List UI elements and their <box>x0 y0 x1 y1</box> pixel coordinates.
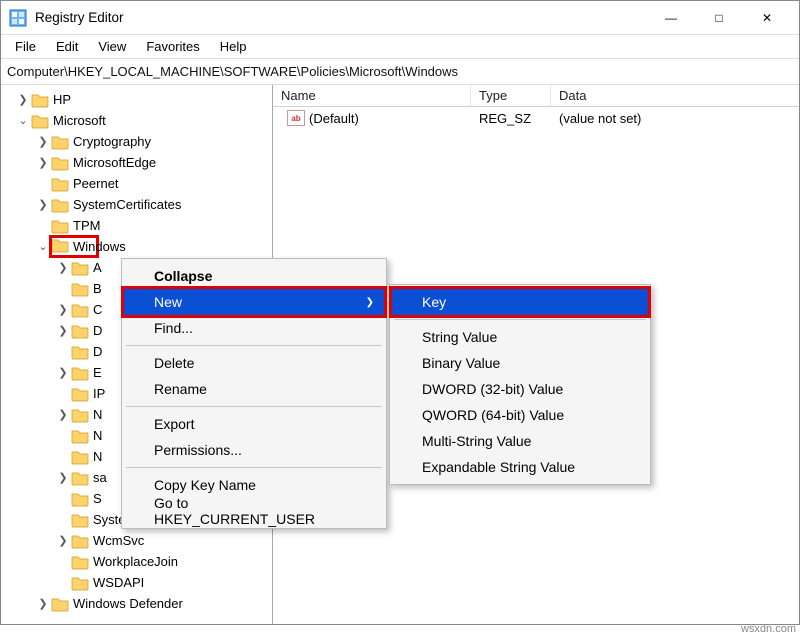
ctx-goto-hkcu[interactable]: Go to HKEY_CURRENT_USER <box>124 498 384 524</box>
menu-view[interactable]: View <box>90 37 134 56</box>
folder-icon <box>71 386 89 402</box>
folder-icon <box>71 428 89 444</box>
folder-icon <box>71 449 89 465</box>
ctx-find[interactable]: Find... <box>124 315 384 341</box>
ctx-new-binary[interactable]: Binary Value <box>392 350 648 376</box>
caret-right-icon[interactable]: ❯ <box>55 366 71 379</box>
caret-right-icon[interactable]: ❯ <box>35 156 51 169</box>
folder-icon <box>71 344 89 360</box>
ctx-new-expandable[interactable]: Expandable String Value <box>392 454 648 480</box>
context-submenu-new: Key String Value Binary Value DWORD (32-… <box>389 284 651 485</box>
caret-right-icon[interactable]: ❯ <box>55 324 71 337</box>
tree-item-hp[interactable]: ❯ HP <box>1 89 272 110</box>
tree-item-cryptography[interactable]: ❯Cryptography <box>1 131 272 152</box>
chevron-right-icon: ❯ <box>366 297 374 308</box>
folder-icon <box>71 302 89 318</box>
folder-icon <box>71 260 89 276</box>
address-bar[interactable]: Computer\HKEY_LOCAL_MACHINE\SOFTWARE\Pol… <box>1 59 799 85</box>
separator <box>394 319 646 320</box>
folder-icon <box>51 197 69 213</box>
tree-item-wcmsvc[interactable]: ❯WcmSvc <box>1 530 272 551</box>
folder-icon <box>31 113 49 129</box>
column-name[interactable]: Name <box>273 85 471 106</box>
folder-icon <box>71 323 89 339</box>
ctx-new[interactable]: New❯ <box>124 289 384 315</box>
separator <box>126 467 382 468</box>
string-value-icon: ab <box>287 110 305 126</box>
tree-item-microsoftedge[interactable]: ❯MicrosoftEdge <box>1 152 272 173</box>
menu-favorites[interactable]: Favorites <box>138 37 207 56</box>
folder-icon <box>71 470 89 486</box>
app-icon <box>9 9 27 27</box>
caret-right-icon[interactable]: ❯ <box>55 408 71 421</box>
window-title: Registry Editor <box>35 10 647 25</box>
folder-icon <box>51 596 69 612</box>
separator <box>126 345 382 346</box>
folder-icon <box>71 512 89 528</box>
folder-icon <box>51 176 69 192</box>
tree-item-microsoft[interactable]: ⌄ Microsoft <box>1 110 272 131</box>
folder-icon <box>71 365 89 381</box>
caret-right-icon[interactable]: ❯ <box>35 597 51 610</box>
folder-icon <box>51 218 69 234</box>
folder-icon <box>51 155 69 171</box>
folder-icon <box>31 92 49 108</box>
folder-icon <box>71 554 89 570</box>
titlebar[interactable]: Registry Editor — □ ✕ <box>1 1 799 35</box>
list-row-default[interactable]: ab(Default) REG_SZ (value not set) <box>273 107 799 129</box>
ctx-export[interactable]: Export <box>124 411 384 437</box>
ctx-delete[interactable]: Delete <box>124 350 384 376</box>
menubar: File Edit View Favorites Help <box>1 35 799 59</box>
caret-right-icon[interactable]: ❯ <box>55 534 71 547</box>
close-button[interactable]: ✕ <box>743 1 791 35</box>
column-data[interactable]: Data <box>551 85 799 106</box>
list-header[interactable]: Name Type Data <box>273 85 799 107</box>
folder-icon <box>71 575 89 591</box>
tree-item-wsdapi[interactable]: WSDAPI <box>1 572 272 593</box>
maximize-button[interactable]: □ <box>695 1 743 35</box>
menu-help[interactable]: Help <box>212 37 255 56</box>
ctx-new-dword[interactable]: DWORD (32-bit) Value <box>392 376 648 402</box>
watermark: wsxdn.com <box>741 623 796 635</box>
ctx-new-qword[interactable]: QWORD (64-bit) Value <box>392 402 648 428</box>
caret-right-icon[interactable]: ❯ <box>35 135 51 148</box>
tree-item-workplacejoin[interactable]: WorkplaceJoin <box>1 551 272 572</box>
folder-icon <box>71 407 89 423</box>
caret-right-icon[interactable]: ❯ <box>55 303 71 316</box>
caret-right-icon[interactable]: ❯ <box>55 261 71 274</box>
folder-icon <box>71 491 89 507</box>
caret-down-icon[interactable]: ⌄ <box>35 240 51 253</box>
menu-file[interactable]: File <box>7 37 44 56</box>
context-menu: Collapse New❯ Find... Delete Rename Expo… <box>121 258 387 529</box>
folder-icon <box>51 134 69 150</box>
tree-item-systemcertificates[interactable]: ❯SystemCertificates <box>1 194 272 215</box>
tree-item-windows[interactable]: ⌄Windows <box>1 236 272 257</box>
ctx-permissions[interactable]: Permissions... <box>124 437 384 463</box>
ctx-collapse[interactable]: Collapse <box>124 263 384 289</box>
caret-right-icon[interactable]: ❯ <box>55 471 71 484</box>
ctx-new-multistring[interactable]: Multi-String Value <box>392 428 648 454</box>
ctx-new-string[interactable]: String Value <box>392 324 648 350</box>
minimize-button[interactable]: — <box>647 1 695 35</box>
tree-item-tpm[interactable]: TPM <box>1 215 272 236</box>
separator <box>126 406 382 407</box>
tree-item-peernet[interactable]: Peernet <box>1 173 272 194</box>
caret-right-icon[interactable]: ❯ <box>15 93 31 106</box>
ctx-rename[interactable]: Rename <box>124 376 384 402</box>
column-type[interactable]: Type <box>471 85 551 106</box>
menu-edit[interactable]: Edit <box>48 37 86 56</box>
caret-down-icon[interactable]: ⌄ <box>15 114 31 127</box>
folder-icon <box>71 281 89 297</box>
tree-item-windowsdefender[interactable]: ❯Windows Defender <box>1 593 272 614</box>
folder-icon <box>71 533 89 549</box>
ctx-new-key[interactable]: Key <box>392 289 648 315</box>
caret-right-icon[interactable]: ❯ <box>35 198 51 211</box>
